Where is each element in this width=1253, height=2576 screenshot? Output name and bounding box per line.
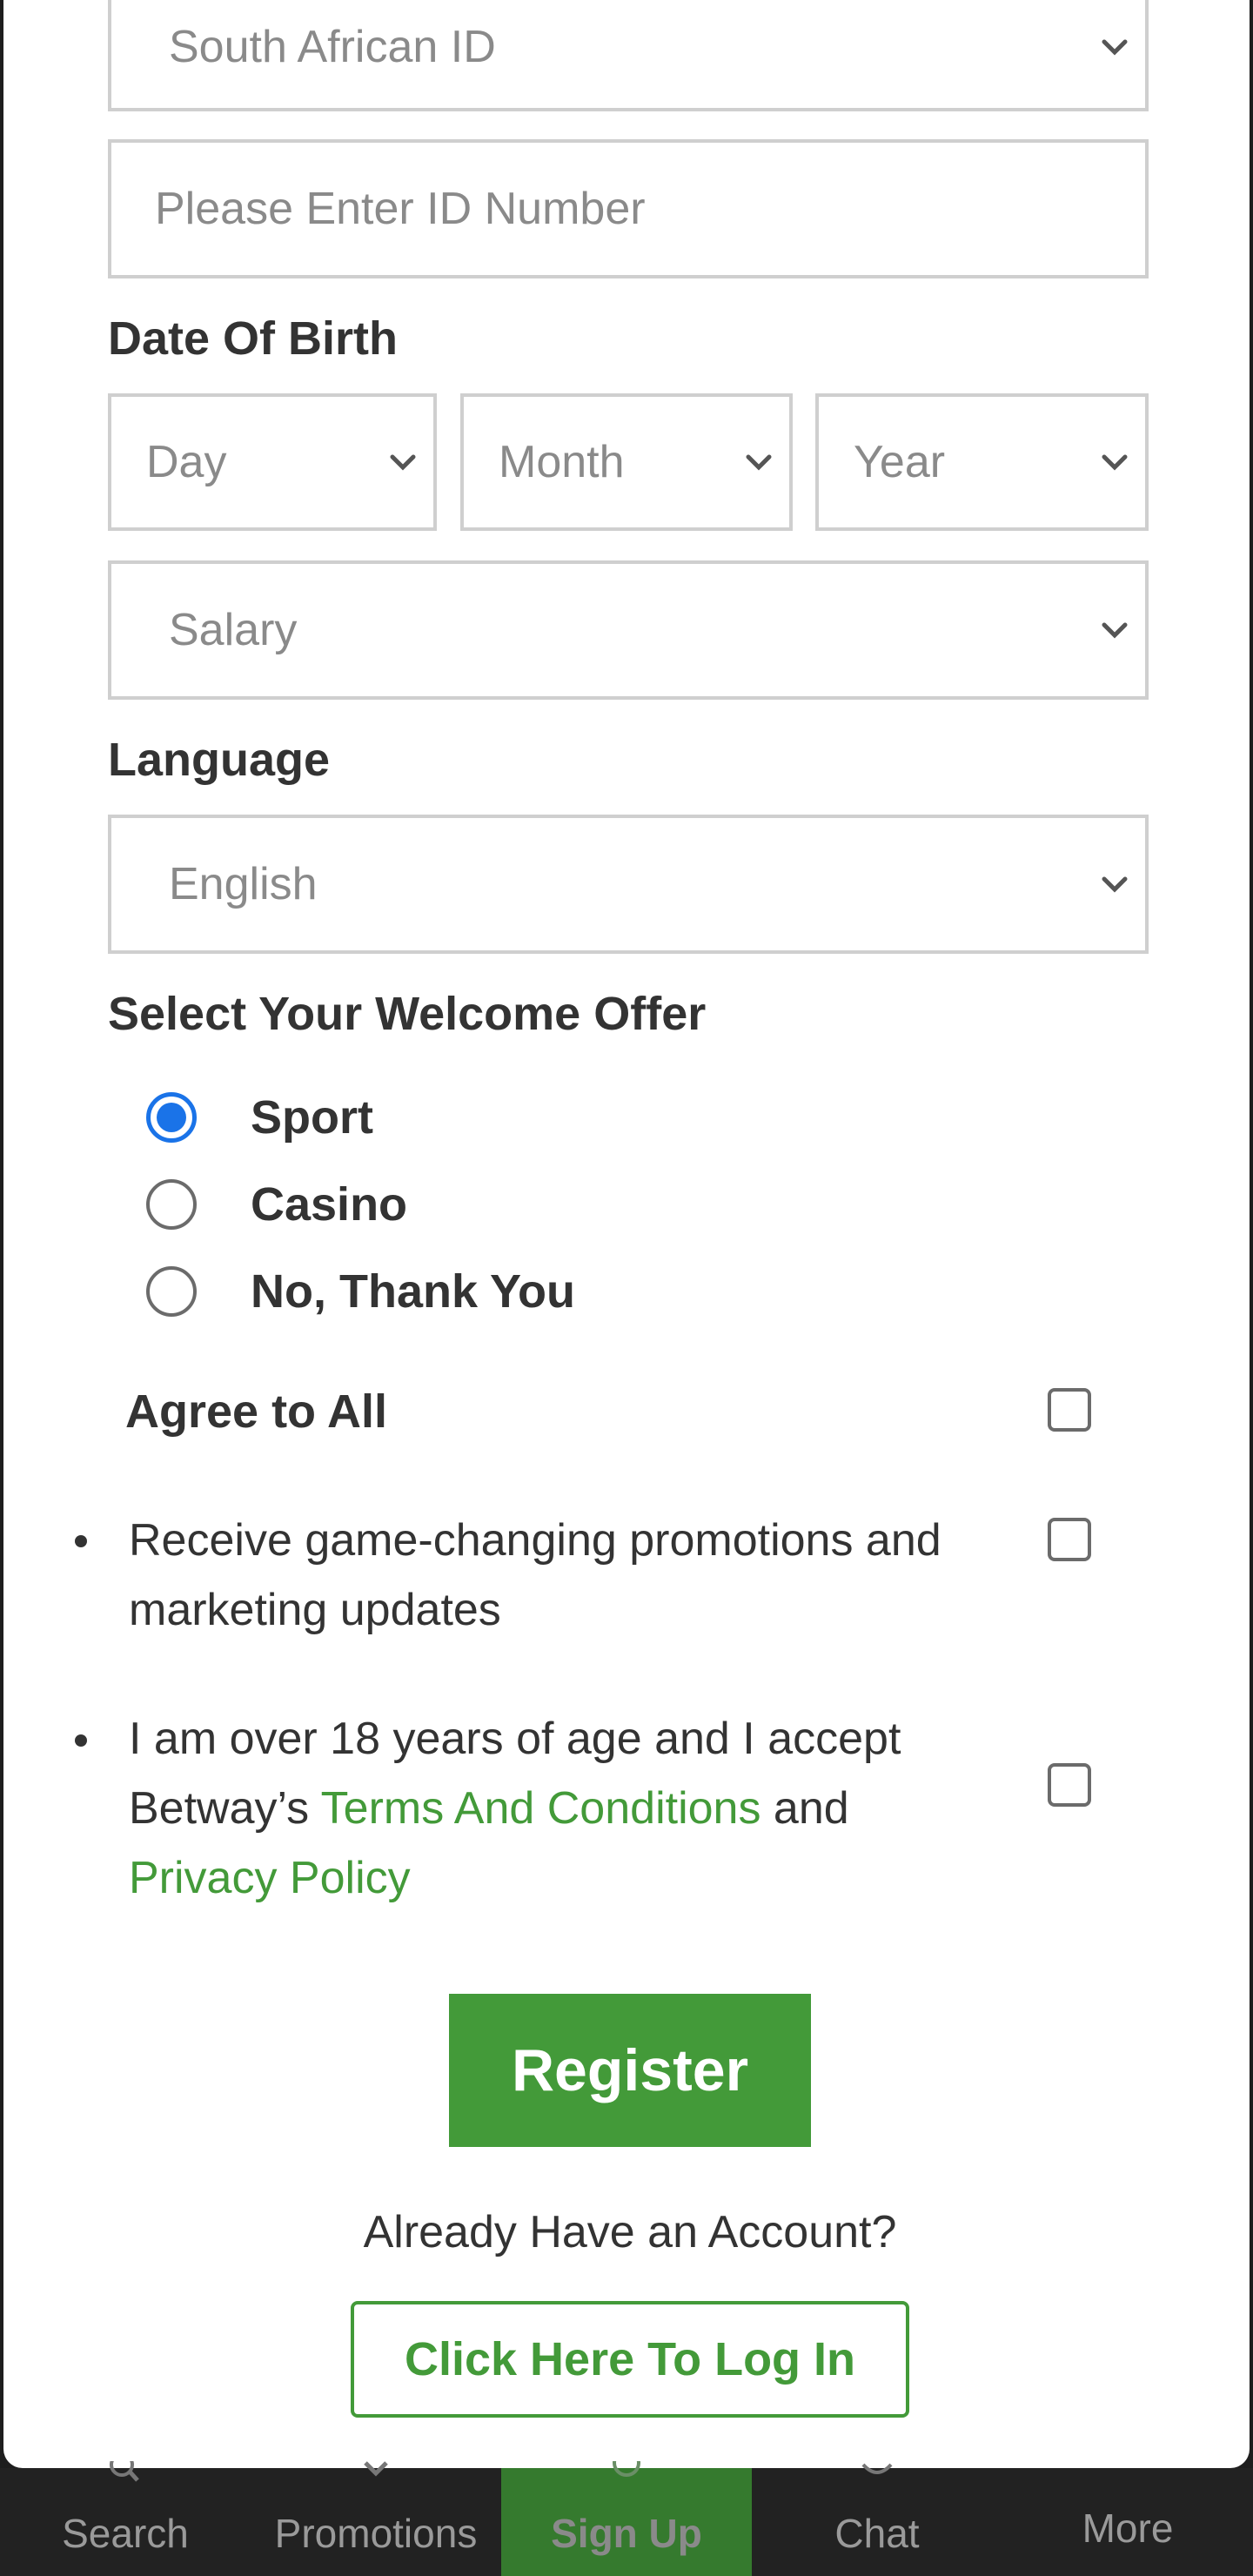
login-button[interactable]: Click Here To Log In (351, 2301, 909, 2418)
signup-modal: South African ID Please Enter ID Number … (3, 0, 1250, 2468)
search-icon (110, 2461, 139, 2482)
radio-casino[interactable] (146, 1179, 197, 1230)
terms-consent-text: I am over 18 years of age and I accept B… (129, 1704, 982, 1913)
nav-label-more: More (1082, 2506, 1174, 2551)
terms-checkbox[interactable] (1048, 1763, 1091, 1807)
offer-option-casino[interactable]: Casino (146, 1178, 407, 1231)
welcome-offer-label: Select Your Welcome Offer (108, 988, 707, 1040)
agree-all-checkbox[interactable] (1048, 1388, 1091, 1432)
nav-item-promotions[interactable]: Promotions (251, 2461, 501, 2576)
dob-month-select[interactable]: Month (460, 393, 793, 531)
privacy-link[interactable]: Privacy Policy (129, 1853, 411, 1903)
id-number-input[interactable]: Please Enter ID Number (108, 139, 1149, 278)
salary-select[interactable]: Salary (108, 560, 1149, 700)
promotions-consent-text: Receive game-changing promotions and mar… (129, 1515, 941, 1635)
bullet (75, 1734, 87, 1747)
sign-up-icon (613, 2461, 640, 2477)
agree-all-label: Agree to All (125, 1385, 388, 1438)
nav-item-more[interactable]: More (1002, 2468, 1253, 2576)
nav-item-chat[interactable]: Chat (752, 2463, 1002, 2576)
radio-casino-label: Casino (251, 1178, 408, 1231)
id-type-select[interactable]: South African ID (108, 0, 1149, 111)
already-account-text: Already Have an Account? (363, 2207, 897, 2257)
terms-link[interactable]: Terms And Conditions (321, 1783, 761, 1834)
register-button[interactable]: Register (449, 1994, 811, 2147)
dob-label: Date Of Birth (108, 312, 399, 365)
radio-sport[interactable] (146, 1092, 197, 1143)
bullet (75, 1535, 87, 1547)
id-number-placeholder: Please Enter ID Number (155, 184, 646, 234)
nav-item-search[interactable]: Search (0, 2461, 251, 2576)
language-value: English (169, 859, 318, 909)
language-label: Language (108, 734, 331, 786)
dob-day-select[interactable]: Day (108, 393, 437, 531)
nav-label-sign-up: Sign Up (551, 2511, 702, 2556)
chat-icon (861, 2463, 893, 2474)
promotions-checkbox[interactable] (1048, 1518, 1091, 1561)
chevron-down-icon (744, 447, 774, 477)
nav-label-promotions: Promotions (274, 2511, 478, 2556)
id-type-value: South African ID (169, 22, 496, 72)
offer-option-none[interactable]: No, Thank You (146, 1265, 575, 1318)
chevron-down-icon (1100, 447, 1129, 477)
bottom-nav: Search Promotions Sign Up Chat More (0, 2461, 1253, 2576)
terms-and-text: and (761, 1783, 849, 1834)
nav-item-sign-up[interactable]: Sign Up (501, 2461, 752, 2576)
dob-year-select[interactable]: Year (815, 393, 1149, 531)
language-select[interactable]: English (108, 815, 1149, 954)
radio-none[interactable] (146, 1266, 197, 1317)
offer-option-sport[interactable]: Sport (146, 1091, 373, 1144)
chevron-down-icon (1100, 869, 1129, 899)
chevron-down-icon (1100, 615, 1129, 645)
nav-label-search: Search (62, 2511, 189, 2556)
radio-sport-label: Sport (251, 1091, 373, 1144)
promotions-icon (364, 2461, 388, 2477)
chevron-down-icon (388, 447, 418, 477)
nav-label-chat: Chat (834, 2511, 920, 2556)
radio-none-label: No, Thank You (251, 1265, 576, 1318)
chevron-down-icon (1100, 32, 1129, 62)
salary-value: Salary (169, 605, 298, 655)
